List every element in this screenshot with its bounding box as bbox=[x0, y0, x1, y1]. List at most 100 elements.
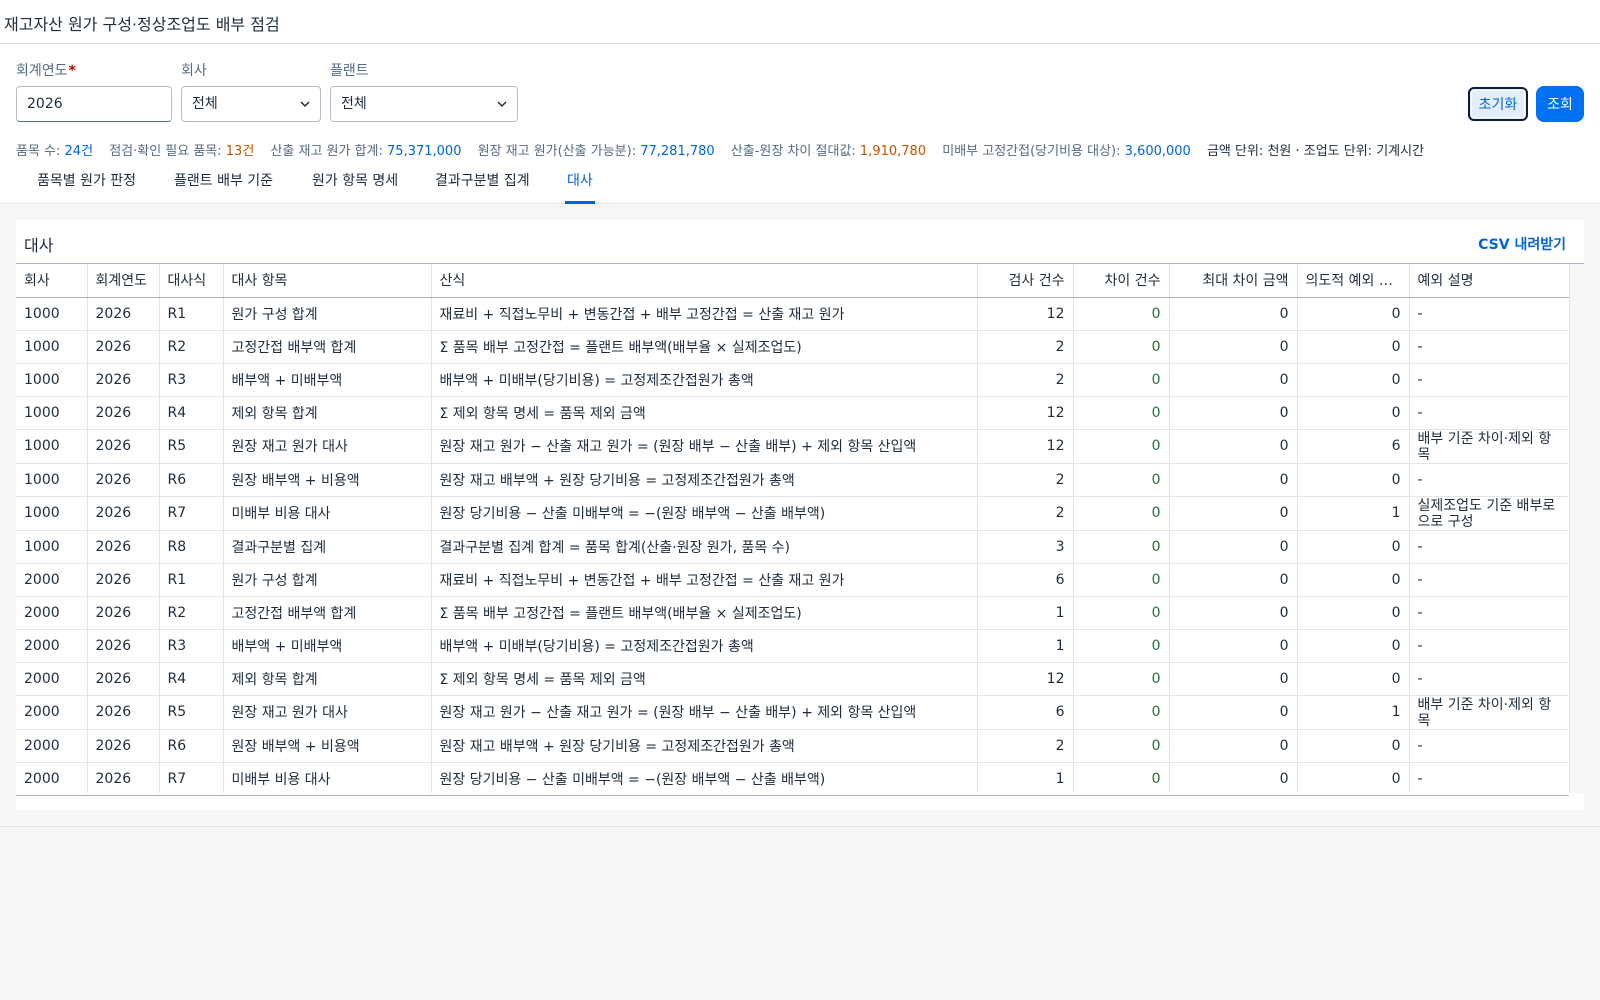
search-button[interactable]: 조회 bbox=[1536, 86, 1584, 122]
cell-max-diff: 0 bbox=[1169, 496, 1298, 531]
cell-item: 제외 항목 합계 bbox=[223, 662, 432, 696]
cell-company: 2000 bbox=[16, 596, 88, 630]
kpi-items-value: 24건 bbox=[64, 144, 94, 159]
cell-check-count: 2 bbox=[977, 363, 1074, 397]
vertical-scrollbar[interactable] bbox=[1569, 264, 1584, 793]
col-header-diff-count[interactable]: 차이 건수 bbox=[1073, 264, 1170, 298]
cell-formula: Σ 품목 배부 고정간접 = 플랜트 배부액(배부율 × 실제조업도) bbox=[431, 596, 978, 630]
cell-check-count: 2 bbox=[977, 496, 1074, 531]
cell-max-diff: 0 bbox=[1169, 363, 1298, 397]
plant-select[interactable]: 전체 bbox=[330, 86, 518, 122]
table-row[interactable]: 1000 2026 R6 원장 배부액 + 비용액 원장 재고 배부액 + 원장 당기비… bbox=[16, 463, 1570, 497]
cell-diff-count: 0 bbox=[1073, 563, 1170, 597]
page-footer-divider bbox=[0, 826, 1600, 827]
cell-exception-desc: 배부 기준 차이·제외 항목 bbox=[1409, 695, 1570, 730]
cell-check-count: 2 bbox=[977, 330, 1074, 364]
col-header-max-diff[interactable]: 최대 차이 금액 bbox=[1169, 264, 1298, 298]
table-row[interactable]: 2000 2026 R1 원가 구성 합계 재료비 + 직접노무비 + 변동간접 + 배… bbox=[16, 563, 1570, 597]
reconciliation-table: 회사 회계연도 대사식 대사 항목 산식 검사 건수 차이 건수 최대 차이 금… bbox=[16, 264, 1570, 793]
cell-rule: R7 bbox=[159, 496, 224, 531]
col-header-exception-desc[interactable]: 예외 설명 bbox=[1409, 264, 1570, 298]
tab-cost-element[interactable]: 원가 항목 명세 bbox=[310, 161, 400, 204]
tab-item-cost[interactable]: 품목별 원가 판정 bbox=[35, 161, 138, 204]
col-header-year[interactable]: 회계연도 bbox=[87, 264, 160, 298]
cell-exception-desc: - bbox=[1409, 762, 1570, 793]
col-header-check-count[interactable]: 검사 건수 bbox=[977, 264, 1074, 298]
cell-max-diff: 0 bbox=[1169, 297, 1298, 331]
col-header-rule[interactable]: 대사식 bbox=[159, 264, 224, 298]
reset-button[interactable]: 초기화 bbox=[1468, 87, 1528, 121]
cell-year: 2026 bbox=[87, 662, 160, 696]
reconciliation-table-wrapper: 회사 회계연도 대사식 대사 항목 산식 검사 건수 차이 건수 최대 차이 금… bbox=[16, 263, 1584, 793]
cell-formula: 원장 당기비용 − 산출 미배부액 = −(원장 배부액 − 산출 배부액) bbox=[431, 762, 978, 793]
csv-download-link[interactable]: CSV 내려받기 bbox=[1478, 234, 1566, 254]
cell-rule: R7 bbox=[159, 762, 224, 793]
table-row[interactable]: 1000 2026 R7 미배부 비용 대사 원장 당기비용 − 산출 미배부액 = −… bbox=[16, 496, 1570, 531]
cell-company: 2000 bbox=[16, 729, 88, 763]
kpi-unalloc: 미배부 고정간접(당기비용 대상): 3,600,000 bbox=[942, 144, 1191, 159]
cell-year: 2026 bbox=[87, 695, 160, 730]
table-row[interactable]: 1000 2026 R4 제외 항목 합계 Σ 제외 항목 명세 = 품목 제외 금액 1… bbox=[16, 396, 1570, 430]
cell-formula: Σ 제외 항목 명세 = 품목 제외 금액 bbox=[431, 662, 978, 696]
cell-check-count: 3 bbox=[977, 530, 1074, 564]
chevron-down-icon bbox=[300, 101, 310, 108]
tab-result-summary[interactable]: 결과구분별 집계 bbox=[433, 161, 532, 204]
table-row[interactable]: 2000 2026 R2 고정간접 배부액 합계 Σ 품목 배부 고정간접 = 플랜트 … bbox=[16, 596, 1570, 630]
cell-year: 2026 bbox=[87, 330, 160, 364]
cell-diff-count: 0 bbox=[1073, 662, 1170, 696]
cell-check-count: 1 bbox=[977, 762, 1074, 793]
company-select[interactable]: 전체 bbox=[181, 86, 321, 122]
cell-diff-count: 0 bbox=[1073, 363, 1170, 397]
table-row[interactable]: 2000 2026 R6 원장 배부액 + 비용액 원장 재고 배부액 + 원장 당기비… bbox=[16, 729, 1570, 763]
cell-check-count: 12 bbox=[977, 396, 1074, 430]
company-label: 회사 bbox=[181, 63, 207, 79]
cell-year: 2026 bbox=[87, 429, 160, 464]
cell-max-diff: 0 bbox=[1169, 695, 1298, 730]
cell-formula: 원장 재고 원가 − 산출 재고 원가 = (원장 배부 − 산출 배부) + … bbox=[431, 695, 978, 730]
col-header-company[interactable]: 회사 bbox=[16, 264, 88, 298]
cell-max-diff: 0 bbox=[1169, 330, 1298, 364]
kpi-check-value: 13건 bbox=[225, 144, 255, 159]
table-row[interactable]: 1000 2026 R3 배부액 + 미배부액 배부액 + 미배부(당기비용) = 고정… bbox=[16, 363, 1570, 397]
cell-max-diff: 0 bbox=[1169, 463, 1298, 497]
table-row[interactable]: 1000 2026 R2 고정간접 배부액 합계 Σ 품목 배부 고정간접 = 플랜트 … bbox=[16, 330, 1570, 364]
cell-max-diff: 0 bbox=[1169, 762, 1298, 793]
kpi-calc-cost-value: 75,371,000 bbox=[387, 144, 462, 159]
cell-diff-count: 0 bbox=[1073, 695, 1170, 730]
cell-exception-desc: - bbox=[1409, 463, 1570, 497]
col-header-item[interactable]: 대사 항목 bbox=[223, 264, 432, 298]
cell-rule: R3 bbox=[159, 363, 224, 397]
cell-item: 미배부 비용 대사 bbox=[223, 496, 432, 531]
cell-year: 2026 bbox=[87, 297, 160, 331]
cell-diff-count: 0 bbox=[1073, 396, 1170, 430]
year-input[interactable]: 2026 bbox=[16, 86, 172, 122]
cell-item: 배부액 + 미배부액 bbox=[223, 629, 432, 663]
cell-max-diff: 0 bbox=[1169, 662, 1298, 696]
table-row[interactable]: 1000 2026 R1 원가 구성 합계 재료비 + 직접노무비 + 변동간접 + 배… bbox=[16, 297, 1570, 331]
cell-diff-count: 0 bbox=[1073, 429, 1170, 464]
tab-plant-allocation[interactable]: 플랜트 배부 기준 bbox=[172, 161, 275, 204]
table-row[interactable]: 2000 2026 R5 원장 재고 원가 대사 원장 재고 원가 − 산출 재고 원가… bbox=[16, 695, 1570, 730]
table-row[interactable]: 1000 2026 R8 결과구분별 집계 결과구분별 집계 합계 = 품목 합계(산출… bbox=[16, 530, 1570, 564]
tab-bar: 품목별 원가 판정 플랜트 배부 기준 원가 항목 명세 결과구분별 집계 대사 bbox=[0, 161, 1600, 204]
cell-item: 고정간접 배부액 합계 bbox=[223, 596, 432, 630]
table-row[interactable]: 2000 2026 R7 미배부 비용 대사 원장 당기비용 − 산출 미배부액 = −… bbox=[16, 762, 1570, 793]
table-row[interactable]: 2000 2026 R3 배부액 + 미배부액 배부액 + 미배부(당기비용) = 고정… bbox=[16, 629, 1570, 663]
unit-note: 금액 단위: 천원 · 조업도 단위: 기계시간 bbox=[1206, 144, 1425, 159]
cell-exception-count: 0 bbox=[1297, 762, 1410, 793]
col-header-formula[interactable]: 산식 bbox=[431, 264, 978, 298]
cell-formula: Σ 제외 항목 명세 = 품목 제외 금액 bbox=[431, 396, 978, 430]
cell-exception-count: 0 bbox=[1297, 729, 1410, 763]
cell-item: 미배부 비용 대사 bbox=[223, 762, 432, 793]
cell-item: 결과구분별 집계 bbox=[223, 530, 432, 564]
table-row[interactable]: 1000 2026 R5 원장 재고 원가 대사 원장 재고 원가 − 산출 재고 원가… bbox=[16, 429, 1570, 464]
table-row[interactable]: 2000 2026 R4 제외 항목 합계 Σ 제외 항목 명세 = 품목 제외 금액 1… bbox=[16, 662, 1570, 696]
cell-diff-count: 0 bbox=[1073, 463, 1170, 497]
cell-company: 1000 bbox=[16, 463, 88, 497]
cell-exception-desc: - bbox=[1409, 363, 1570, 397]
plant-select-value: 전체 bbox=[341, 96, 367, 112]
cell-year: 2026 bbox=[87, 363, 160, 397]
tab-reconciliation[interactable]: 대사 bbox=[565, 161, 595, 204]
col-header-exception-count[interactable]: 의도적 예외 건수 bbox=[1297, 264, 1410, 298]
cell-exception-count: 1 bbox=[1297, 496, 1410, 531]
